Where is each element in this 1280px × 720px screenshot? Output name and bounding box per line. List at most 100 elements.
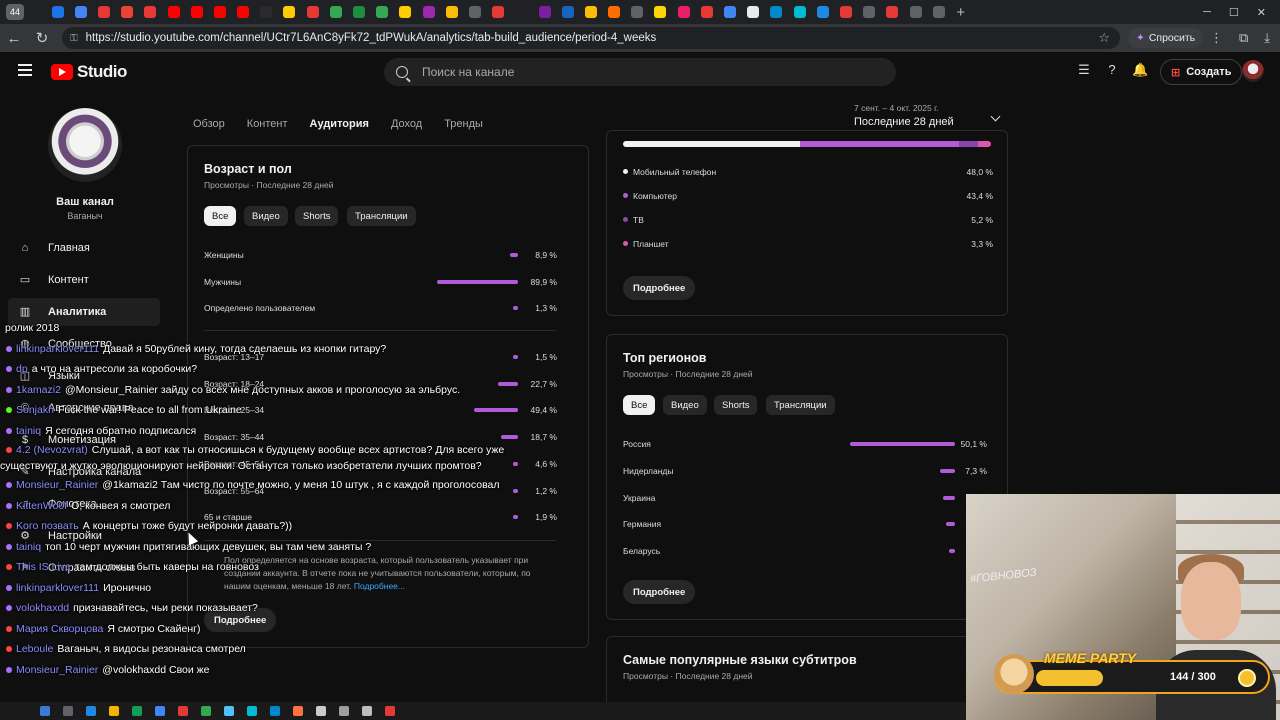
tab-favicon[interactable] <box>932 6 945 18</box>
taskbar-app-icon[interactable] <box>201 706 211 716</box>
tab-favicon[interactable] <box>260 6 273 18</box>
tab-favicon[interactable] <box>51 6 64 18</box>
taskbar-app-icon[interactable] <box>270 706 280 716</box>
back-icon[interactable]: ← <box>0 30 28 47</box>
tab-favicon[interactable] <box>793 6 806 18</box>
minimize-icon[interactable]: ─ <box>1203 6 1211 18</box>
taskbar-app-icon[interactable] <box>247 706 257 716</box>
taskbar-app-icon[interactable] <box>86 706 96 716</box>
taskbar-app-icon[interactable] <box>339 706 349 716</box>
tab-favicon[interactable] <box>306 6 319 18</box>
captions-icon[interactable]: ☰ <box>1076 62 1092 78</box>
tab-favicon[interactable] <box>631 6 644 18</box>
tab-favicon[interactable] <box>422 6 435 18</box>
notifications-icon[interactable]: 🔔 <box>1132 62 1148 78</box>
chip-shorts[interactable]: Shorts <box>295 206 339 226</box>
tab-favicon[interactable] <box>886 6 899 18</box>
taskbar-app-icon[interactable] <box>109 706 119 716</box>
menu-dots-icon[interactable]: ⋮ <box>1210 30 1223 46</box>
tab-favicon[interactable] <box>538 6 551 18</box>
tab-favicon[interactable] <box>492 6 505 18</box>
tab-favicon[interactable] <box>724 6 737 18</box>
url-text: https://studio.youtube.com/channel/UCtr7… <box>85 32 657 44</box>
tab-favicon[interactable] <box>816 6 829 18</box>
gender-row-value: 89,9 % <box>530 276 557 287</box>
chip-live[interactable]: Трансляции <box>766 395 835 415</box>
tab-favicon[interactable] <box>700 6 713 18</box>
chip-all[interactable]: Все <box>204 206 237 226</box>
tab-favicon[interactable] <box>747 6 760 18</box>
extensions-icon[interactable]: ⧉ <box>1239 30 1248 46</box>
tab-favicon[interactable] <box>584 6 597 18</box>
tab-favicon[interactable] <box>144 6 157 18</box>
tab-favicon[interactable] <box>121 6 134 18</box>
help-icon[interactable]: ? <box>1104 62 1120 78</box>
tab-favicon[interactable] <box>445 6 458 18</box>
ask-button[interactable]: ✦ Спросить <box>1128 28 1204 48</box>
tab-revenue[interactable]: Доход <box>391 118 422 136</box>
studio-logo[interactable]: Studio <box>51 62 127 82</box>
taskbar-app-icon[interactable] <box>63 706 73 716</box>
url-field[interactable]: ⚿ https://studio.youtube.com/channel/UCt… <box>62 27 1120 49</box>
tab-favicon[interactable] <box>399 6 412 18</box>
tab-overview[interactable]: Обзор <box>193 118 225 136</box>
account-avatar[interactable] <box>1242 60 1264 82</box>
tab-favicon[interactable] <box>561 6 574 18</box>
chip-video[interactable]: Видео <box>244 206 288 226</box>
taskbar-app-icon[interactable] <box>293 706 303 716</box>
chat-username: KittenWo0f <box>16 499 68 512</box>
taskbar-app-icon[interactable] <box>132 706 142 716</box>
sidebar-item-home[interactable]: ⌂ Главная <box>8 234 160 262</box>
taskbar-app-icon[interactable] <box>362 706 372 716</box>
tab-favicon[interactable] <box>468 6 481 18</box>
tab-favicon[interactable] <box>74 6 87 18</box>
tab-favicon[interactable] <box>376 6 389 18</box>
tab-favicon[interactable] <box>283 6 296 18</box>
taskbar-app-icon[interactable] <box>178 706 188 716</box>
more-button[interactable]: Подробнее <box>623 580 696 604</box>
tab-trends[interactable]: Тренды <box>444 118 483 136</box>
more-button[interactable]: Подробнее <box>623 276 696 300</box>
menu-icon[interactable] <box>18 64 32 76</box>
bookmark-icon[interactable]: ☆ <box>1098 30 1110 46</box>
chat-message: 1kamazi2 @Monsieur_Rainier зайду со всех … <box>0 380 530 401</box>
chip-video[interactable]: Видео <box>663 395 707 415</box>
taskbar-app-icon[interactable] <box>224 706 234 716</box>
channel-avatar[interactable] <box>48 108 122 182</box>
tab-favicon[interactable] <box>167 6 180 18</box>
tab-audience[interactable]: Аудитория <box>310 118 369 136</box>
period-selector[interactable]: 7 сент. – 4 окт. 2025 г. Последние 28 дн… <box>854 103 1001 128</box>
tab-favicon[interactable] <box>839 6 852 18</box>
create-button[interactable]: ⊞ Создать <box>1160 59 1243 85</box>
search-input[interactable]: Поиск на канале <box>384 58 896 86</box>
sidebar-item-content[interactable]: ▭ Контент <box>8 266 160 294</box>
close-icon[interactable]: ✕ <box>1257 6 1266 19</box>
tab-favicon[interactable] <box>329 6 342 18</box>
chip-shorts[interactable]: Shorts <box>714 395 758 415</box>
tab-favicon[interactable] <box>677 6 690 18</box>
tab-favicon[interactable] <box>353 6 366 18</box>
chip-all[interactable]: Все <box>623 395 656 415</box>
tab-favicon[interactable] <box>213 6 226 18</box>
taskbar-app-icon[interactable] <box>40 706 50 716</box>
tab-favicon[interactable] <box>515 6 528 18</box>
tab-favicon[interactable] <box>863 6 876 18</box>
tab-content[interactable]: Контент <box>247 118 288 136</box>
taskbar-app-icon[interactable] <box>385 706 395 716</box>
download-icon[interactable]: ⤓ <box>1264 30 1270 46</box>
tab-favicon[interactable] <box>909 6 922 18</box>
tab-favicon[interactable] <box>237 6 250 18</box>
new-tab-icon[interactable]: + <box>956 4 965 21</box>
reload-icon[interactable]: ↻ <box>28 29 56 47</box>
site-info-icon[interactable]: ⚿ <box>70 33 78 44</box>
tab-favicon[interactable] <box>97 6 110 18</box>
chip-live[interactable]: Трансляции <box>347 206 416 226</box>
taskbar-app-icon[interactable] <box>155 706 165 716</box>
tab-favicon[interactable] <box>654 6 667 18</box>
tab-favicon[interactable] <box>190 6 203 18</box>
tab-favicon[interactable] <box>770 6 783 18</box>
tab-count-badge[interactable]: 44 <box>6 4 24 20</box>
tab-favicon[interactable] <box>608 6 621 18</box>
maximize-icon[interactable]: ☐ <box>1229 6 1239 19</box>
taskbar-app-icon[interactable] <box>316 706 326 716</box>
